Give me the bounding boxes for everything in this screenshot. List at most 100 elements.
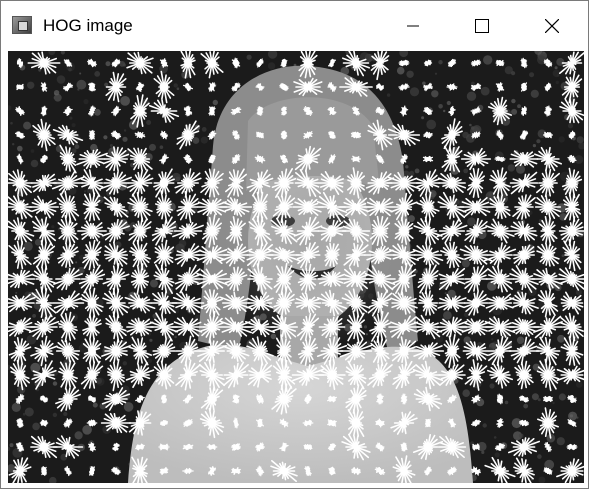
foliage-speck [32, 314, 36, 318]
hog-cell-glyph [520, 57, 528, 69]
hog-cell-glyph [327, 419, 337, 427]
foliage-speck [103, 135, 108, 140]
foliage-speck [471, 81, 475, 86]
foliage-speck [536, 139, 541, 144]
hog-cell-glyph [16, 418, 24, 428]
foliage-speck [561, 254, 565, 257]
foliage-speck [192, 137, 200, 144]
foliage-speck [554, 66, 558, 70]
foliage-speck [494, 452, 500, 458]
foliage-speck [421, 116, 425, 120]
foliage-speck [176, 87, 180, 90]
foliage-speck [396, 66, 405, 75]
foliage-speck [10, 121, 13, 125]
foliage-speck [17, 145, 23, 152]
foliage-speck [122, 63, 126, 67]
hog-cell-glyph [88, 129, 96, 141]
maximize-icon [475, 19, 489, 33]
foliage-speck [30, 149, 35, 153]
hog-cell-glyph [327, 395, 337, 403]
foliage-speck [267, 62, 276, 70]
foliage-speck [83, 99, 89, 105]
minimize-button[interactable] [390, 1, 436, 51]
close-icon [545, 19, 559, 33]
foliage-speck [511, 108, 518, 115]
foliage-speck [532, 144, 537, 148]
foliage-speck [446, 100, 451, 106]
foliage-speck [123, 129, 127, 132]
hog-cell-glyph [398, 59, 410, 67]
foliage-speck [517, 340, 522, 344]
title-bar[interactable]: HOG image [1, 1, 588, 51]
foliage-speck [69, 116, 73, 120]
foliage-speck [52, 381, 58, 386]
foliage-speck [74, 431, 83, 440]
foliage-speck [23, 241, 33, 251]
foliage-speck [68, 67, 72, 72]
hog-cell-glyph [231, 443, 241, 451]
foliage-speck [483, 55, 493, 65]
hog-cell-glyph [472, 443, 480, 451]
foliage-speck [104, 82, 109, 87]
foliage-speck [493, 436, 497, 439]
hog-cell-glyph [280, 130, 288, 140]
foliage-speck [76, 79, 87, 90]
foliage-speck [569, 414, 574, 418]
maximize-button[interactable] [459, 1, 505, 51]
foliage-speck [406, 70, 414, 78]
foliage-speck [122, 361, 128, 366]
foliage-speck [23, 121, 32, 130]
foliage-speck [15, 291, 18, 294]
foliage-speck [386, 93, 391, 97]
foliage-speck [511, 71, 516, 76]
minimize-icon [407, 25, 419, 27]
foliage-speck [146, 120, 152, 125]
foliage-speck [422, 81, 426, 86]
foliage-speck [200, 136, 208, 144]
foliage-speck [555, 80, 559, 85]
foliage-speck [444, 292, 447, 295]
foliage-speck [469, 123, 472, 127]
close-button[interactable] [529, 1, 575, 51]
hog-cell-glyph [89, 466, 95, 476]
hog-cell-glyph [182, 443, 194, 451]
foliage-speck [461, 259, 470, 268]
hog-cell-glyph [518, 419, 530, 427]
foliage-speck [82, 425, 92, 435]
hog-image [8, 51, 584, 483]
hog-cell-glyph [40, 466, 48, 476]
foliage-speck [438, 60, 443, 65]
foliage-speck [79, 72, 82, 75]
foliage-speck [27, 81, 35, 89]
foliage-speck [173, 83, 178, 88]
foliage-speck [489, 383, 495, 389]
foliage-speck [9, 443, 14, 448]
foliage-speck [481, 450, 485, 454]
foliage-speck [94, 71, 101, 77]
foliage-speck [556, 57, 565, 66]
hog-cell-glyph [88, 82, 96, 92]
foliage-speck [542, 51, 546, 54]
foliage-speck [212, 99, 218, 106]
foliage-speck [480, 86, 490, 96]
foliage-speck [530, 89, 539, 98]
foliage-speck [71, 123, 76, 128]
foliage-speck [470, 126, 475, 130]
foliage-speck [150, 279, 158, 288]
foliage-speck [476, 242, 480, 246]
foliage-speck [414, 168, 420, 174]
foliage-speck [507, 164, 515, 172]
foliage-speck [365, 333, 368, 336]
foliage-speck [434, 72, 438, 75]
foliage-speck [574, 155, 584, 164]
hog-cell-glyph [423, 59, 433, 67]
foliage-speck [67, 266, 70, 269]
foliage-speck [511, 98, 516, 104]
foliage-speck [105, 61, 111, 67]
hog-cell-glyph [543, 395, 553, 403]
hog-cell-glyph [351, 155, 361, 163]
foliage-speck [576, 416, 579, 419]
foliage-speck [78, 343, 88, 353]
hog-cell-glyph [280, 58, 288, 68]
foliage-speck [431, 90, 439, 98]
